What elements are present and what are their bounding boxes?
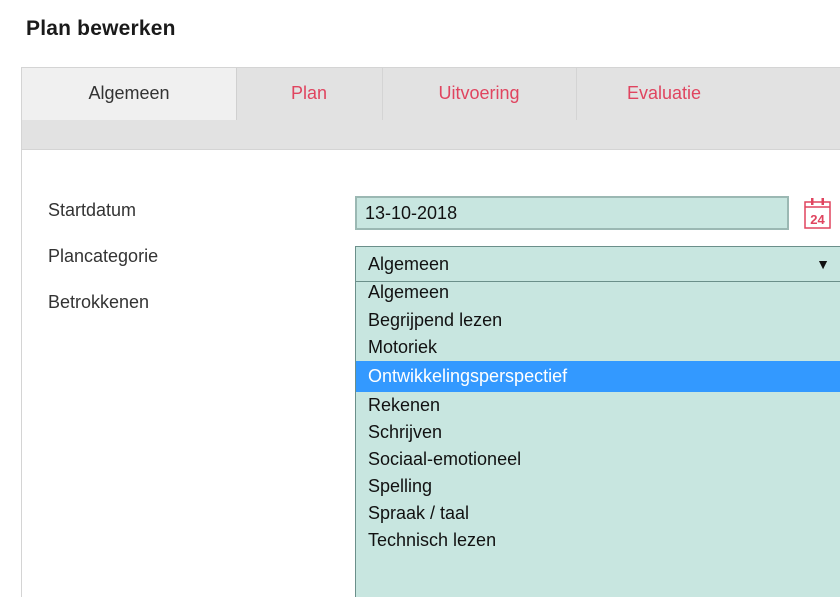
- startdatum-label: Startdatum: [48, 200, 137, 220]
- dropdown-option[interactable]: Motoriek: [356, 334, 840, 361]
- dropdown-option[interactable]: Spelling: [356, 473, 840, 500]
- dropdown-option-highlighted[interactable]: Ontwikkelingsperspectief: [356, 361, 840, 392]
- plancategorie-dropdown-list[interactable]: Algemeen Begrijpend lezen Motoriek Ontwi…: [355, 282, 840, 597]
- tab-strip: [22, 120, 840, 150]
- plancategorie-select[interactable]: Algemeen ▼: [355, 246, 840, 282]
- dropdown-option[interactable]: Spraak / taal: [356, 500, 840, 527]
- dropdown-option[interactable]: Schrijven: [356, 419, 840, 446]
- dropdown-option[interactable]: Rekenen: [356, 392, 840, 419]
- tab-bar: Algemeen Plan Uitvoering Evaluatie: [22, 67, 840, 150]
- plancategorie-selected-value: Algemeen: [368, 254, 450, 274]
- tab-divider: [22, 149, 840, 150]
- calendar-icon-day: 24: [810, 212, 825, 227]
- dropdown-option[interactable]: Begrijpend lezen: [356, 307, 840, 334]
- dropdown-option[interactable]: Sociaal-emotioneel: [356, 446, 840, 473]
- plan-edit-page: Plan bewerken Algemeen Plan Uitvoering E…: [0, 0, 840, 597]
- tab-uitvoering[interactable]: Uitvoering: [382, 68, 577, 120]
- dropdown-option[interactable]: Algemeen: [356, 282, 840, 307]
- dropdown-arrow-icon[interactable]: ▼: [816, 247, 830, 281]
- page-title: Plan bewerken: [26, 17, 176, 40]
- tab-algemeen[interactable]: Algemeen: [22, 68, 237, 120]
- betrokkenen-label: Betrokkenen: [48, 292, 150, 312]
- calendar-icon[interactable]: 24: [803, 195, 832, 231]
- plancategorie-label: Plancategorie: [48, 246, 159, 266]
- tab-evaluatie[interactable]: Evaluatie: [576, 68, 752, 120]
- startdatum-input[interactable]: 13-10-2018: [355, 196, 789, 230]
- dropdown-option[interactable]: Technisch lezen: [356, 527, 840, 554]
- tab-plan[interactable]: Plan: [236, 68, 383, 120]
